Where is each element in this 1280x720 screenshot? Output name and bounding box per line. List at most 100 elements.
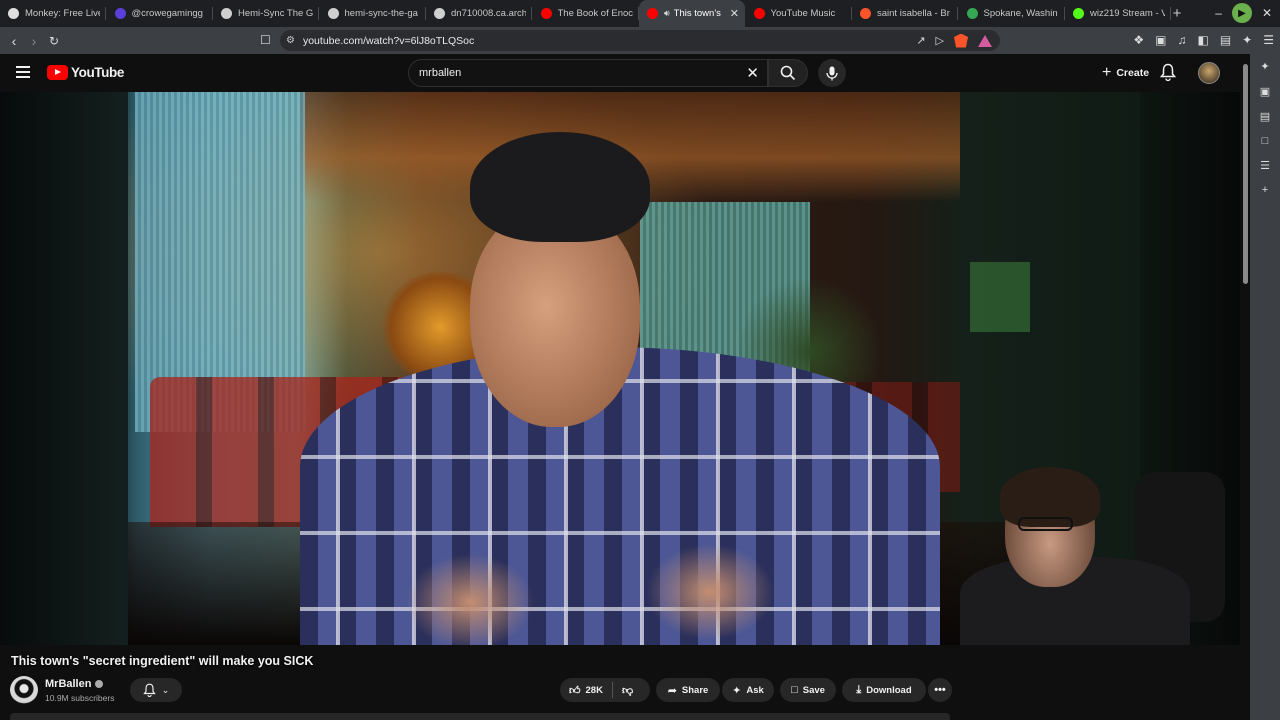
browser-tab[interactable]: The Book of Enoch (533, 0, 639, 27)
sidebar-toggle-icon[interactable]: ◧ (1197, 33, 1208, 47)
video-presenter-hands (400, 532, 780, 645)
browser-tab-strip: wiz219 Stream - V Spokane, Washin saint is… (0, 0, 1280, 27)
download-label: Download (866, 684, 912, 696)
browser-tab[interactable]: saint isabella - Br (852, 0, 958, 27)
hamburger-menu-icon[interactable] (16, 66, 30, 78)
media-icon[interactable]: ▣ (1260, 85, 1270, 98)
create-button[interactable]: + Create (1092, 60, 1159, 86)
channel-avatar[interactable] (10, 676, 38, 704)
youtube-play-icon (47, 65, 68, 80)
browser-tab[interactable]: dn710008.ca.arch (426, 0, 532, 27)
clear-search-icon[interactable]: ✕ (746, 64, 759, 82)
search-input[interactable]: mrballen ✕ (408, 59, 768, 87)
tab-label: dn710008.ca.arch (451, 8, 526, 19)
page-scrollbar[interactable] (1240, 54, 1250, 720)
extension-icon[interactable]: ▶ (1231, 3, 1252, 23)
speaker-icon[interactable]: 🔊︎ (664, 8, 670, 19)
tab-favicon-icon (966, 8, 978, 19)
share-button[interactable]: ➦ Share (656, 678, 720, 702)
browser-tab[interactable]: Spokane, Washin (959, 0, 1065, 27)
bookmark-icon: □ (791, 684, 798, 696)
tab-label: YouTube Music (770, 8, 836, 19)
minimize-icon[interactable]: – (1215, 6, 1222, 20)
browser-tab[interactable]: Hemi-Sync The Ga (213, 0, 319, 27)
like-button[interactable]: 👍︎ 28K (560, 678, 612, 702)
address-bar[interactable]: ⚙ youtube.com/watch?v=6lJ8oTLQSoc ↗ ▷ (280, 30, 1000, 51)
brave-rewards-icon[interactable] (978, 34, 992, 47)
save-label: Save (802, 684, 825, 696)
reload-icon[interactable]: ↻ (44, 34, 64, 48)
tab-separator (531, 7, 532, 20)
chevron-down-icon: ⌄ (161, 684, 170, 695)
tab-label: Spokane, Washin (983, 8, 1058, 19)
wallet-icon[interactable]: ▤ (1260, 110, 1270, 123)
add-panel-icon[interactable]: + (1262, 184, 1268, 196)
browser-tab[interactable]: Monkey: Free Live (0, 0, 106, 27)
extensions-icon[interactable]: ❖ (1133, 33, 1144, 47)
arrow-right-icon[interactable]: › (24, 33, 44, 49)
subscribed-notifications-button[interactable]: ⌄ (130, 678, 182, 702)
mic-icon (826, 66, 838, 80)
save-button[interactable]: □ Save (780, 678, 836, 702)
more-actions-button[interactable]: ••• (928, 678, 952, 702)
browser-tab[interactable]: YouTube Music (746, 0, 852, 27)
leo-ai-icon[interactable]: ✦ (1260, 60, 1269, 73)
more-horizontal-icon: ••• (934, 684, 946, 696)
user-avatar[interactable] (1198, 62, 1220, 84)
youtube-logo[interactable]: YouTube (47, 65, 124, 80)
tab-favicon-icon (540, 8, 552, 19)
description-box-edge (10, 713, 950, 720)
thumbs-down-icon: 👎︎ (621, 684, 634, 697)
new-tab-button[interactable]: + (1166, 5, 1188, 22)
open-external-icon[interactable]: ↗ (916, 34, 925, 47)
ask-button[interactable]: ✦ Ask (722, 678, 774, 702)
tab-favicon-icon (327, 8, 339, 19)
plus-icon: + (1102, 64, 1112, 81)
create-label: Create (1116, 67, 1150, 79)
notifications-button[interactable] (1160, 63, 1176, 81)
send-icon[interactable]: ▷ (936, 34, 944, 47)
video-player[interactable] (0, 92, 1240, 645)
tab-separator (1063, 7, 1065, 20)
like-count: 28K (585, 684, 603, 696)
arrow-left-icon[interactable]: ‹ (4, 33, 24, 49)
tab-label: saint isabella - Br (877, 8, 950, 19)
browser-tab[interactable]: @crowegamingg (107, 0, 213, 27)
tab-separator (957, 7, 958, 20)
search-icon (780, 65, 796, 81)
scrollbar-thumb[interactable] (1243, 64, 1248, 284)
close-tab-icon[interactable]: ✕ (726, 7, 739, 20)
browser-tab[interactable]: wiz219 Stream - V (1065, 0, 1171, 27)
webcam-overlay (940, 462, 1240, 645)
reading-list-icon[interactable]: ☰ (1260, 159, 1270, 172)
tab-label: Hemi-Sync The Ga (238, 8, 313, 19)
music-icon[interactable]: ♫ (1177, 33, 1186, 47)
search-button[interactable] (768, 59, 808, 87)
tab-label: hemi-sync-the-ga (344, 8, 418, 19)
download-button[interactable]: ⤓ Download (842, 678, 926, 702)
brave-shields-icon[interactable] (954, 33, 968, 48)
dislike-button[interactable]: 👎︎ (613, 678, 642, 702)
site-info-icon[interactable]: ⚙ (286, 35, 295, 46)
channel-name-row[interactable]: MrBallen (45, 678, 104, 690)
browser-tab[interactable]: 🔊︎ This town's ✕ (639, 0, 745, 27)
channel-name[interactable]: MrBallen (45, 678, 91, 690)
url-text: youtube.com/watch?v=6lJ8oTLQSoc (302, 34, 475, 47)
webcam-person-glasses (1018, 517, 1073, 531)
address-bar-actions: ↗ ▷ (916, 33, 1000, 48)
video-title: This town's "secret ingredient" will mak… (11, 654, 314, 668)
bookmarks-icon[interactable]: □ (1262, 135, 1269, 147)
toolbar-right-icons: ❖ ▣ ♫ ◧ ▤ ✦ ☰ (1133, 33, 1274, 47)
tab-label: @crowegamingg (131, 8, 203, 19)
leo-icon[interactable]: ✦ (1242, 33, 1252, 47)
bookmark-icon[interactable]: ☐ (260, 33, 271, 47)
wallet2-icon[interactable]: ▤ (1220, 33, 1231, 47)
wallet-icon[interactable]: ▣ (1155, 33, 1166, 47)
menu-icon[interactable]: ☰ (1263, 33, 1274, 47)
search-query: mrballen (419, 67, 462, 79)
close-window-icon[interactable]: ✕ (1262, 6, 1272, 20)
share-icon: ➦ (667, 684, 677, 697)
voice-search-button[interactable] (818, 59, 846, 87)
browser-tab[interactable]: hemi-sync-the-ga (320, 0, 426, 27)
tab-favicon-icon (221, 8, 232, 19)
